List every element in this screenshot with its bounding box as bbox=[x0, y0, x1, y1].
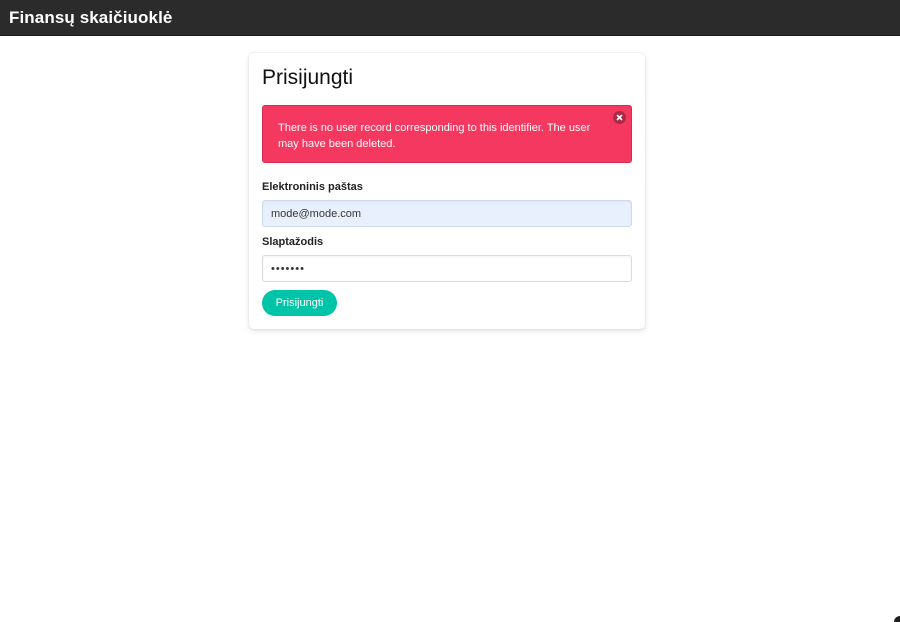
dismiss-error-button[interactable] bbox=[613, 111, 626, 124]
top-navbar: Finansų skaičiuoklė bbox=[0, 0, 900, 36]
password-field[interactable] bbox=[262, 255, 632, 282]
login-title: Prisijungti bbox=[262, 66, 354, 89]
email-field[interactable] bbox=[262, 200, 632, 227]
error-notification: There is no user record corresponding to… bbox=[262, 105, 632, 163]
app-brand[interactable]: Finansų skaičiuoklė bbox=[9, 8, 172, 28]
error-message: There is no user record corresponding to… bbox=[278, 122, 591, 150]
close-icon bbox=[616, 114, 623, 121]
window-corner bbox=[894, 616, 900, 622]
login-button[interactable]: Prisijungti bbox=[262, 290, 337, 316]
email-label: Elektroninis paštas bbox=[262, 181, 363, 193]
login-card: Prisijungti There is no user record corr… bbox=[249, 53, 645, 329]
password-label: Slaptažodis bbox=[262, 236, 324, 248]
